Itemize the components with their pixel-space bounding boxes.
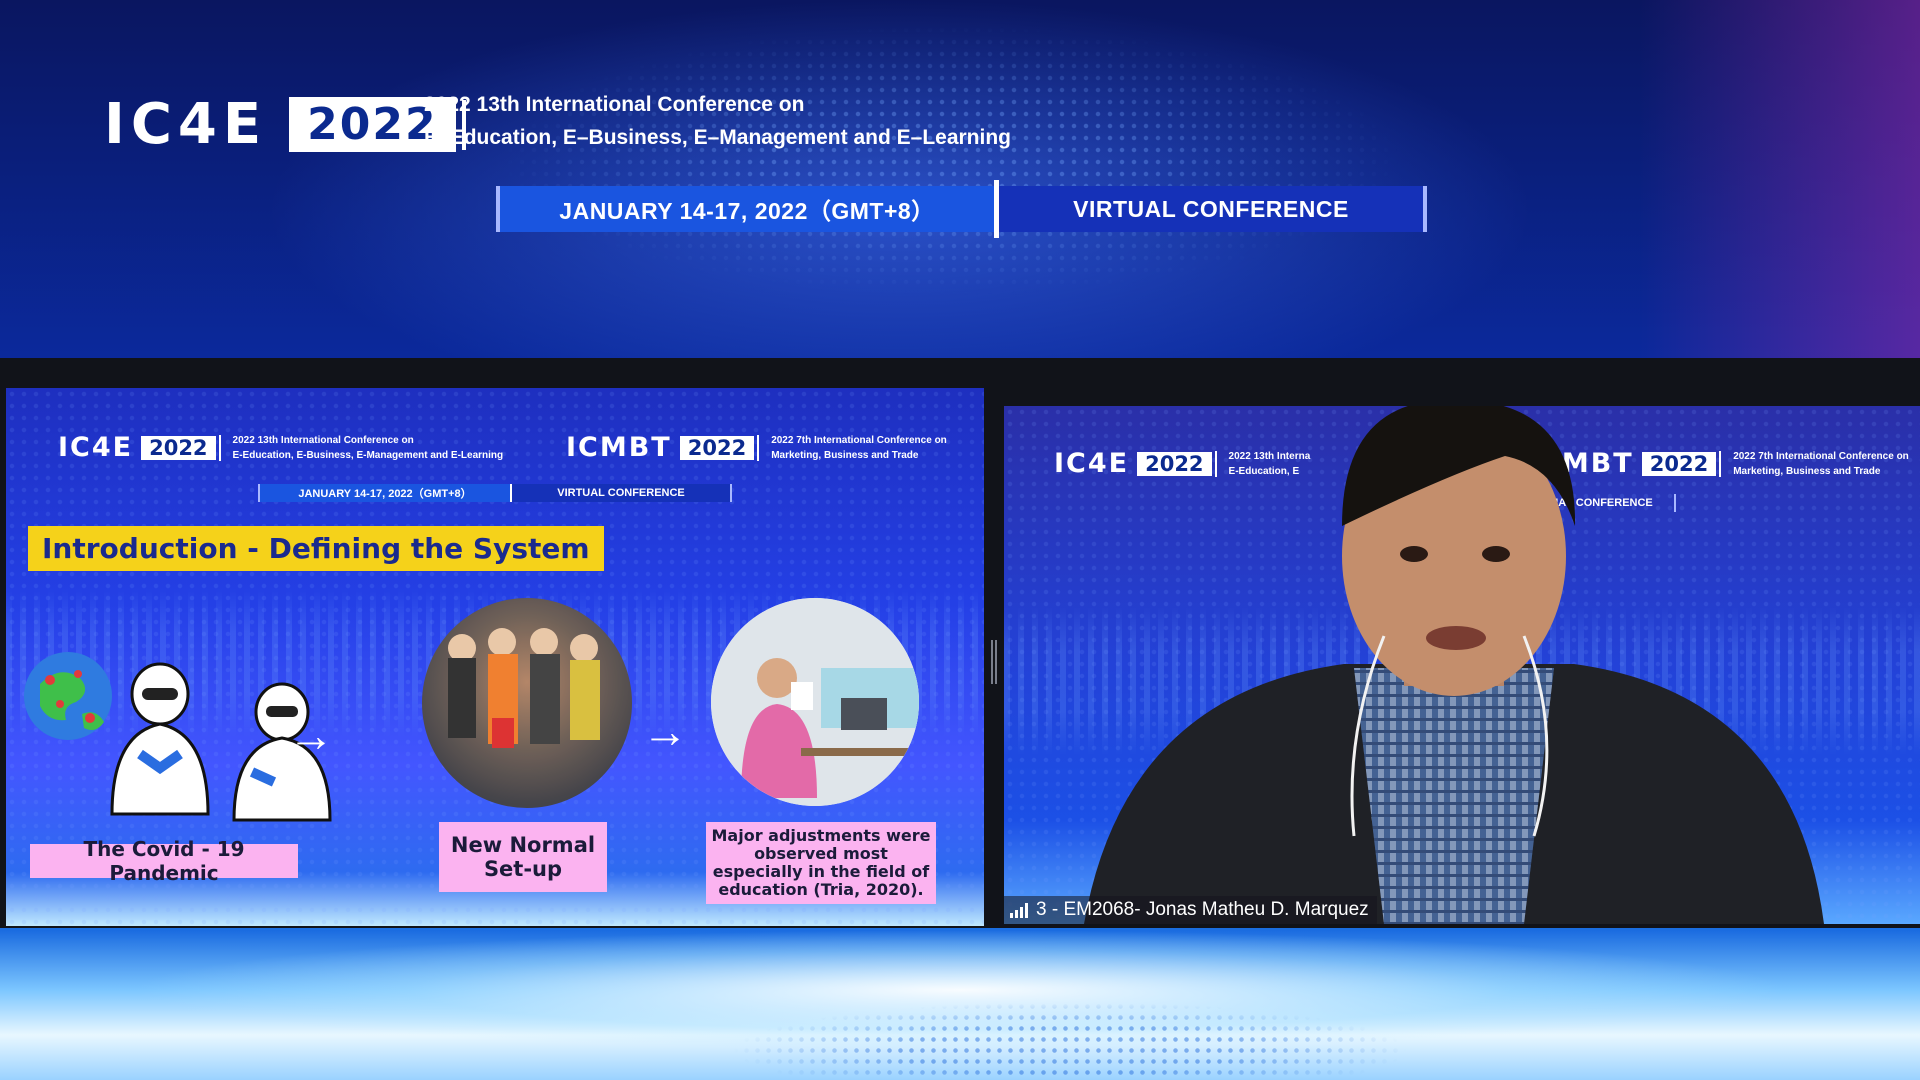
- panel-splitter-handle[interactable]: [991, 640, 997, 684]
- conference-logo: IC4E 2022: [104, 92, 466, 157]
- caption-new-normal: New Normal Set-up: [439, 822, 607, 892]
- speaker-person: [1084, 406, 1824, 924]
- slide-logo2-text: ICMBT: [566, 432, 672, 463]
- conference-venue: VIRTUAL CONFERENCE: [999, 186, 1423, 232]
- slide-dates: JANUARY 14-17, 2022（GMT+8）: [260, 484, 510, 502]
- world-map-dots: [300, 0, 1700, 360]
- shared-screen-slide[interactable]: IC4E 2022 2022 13th International Confer…: [6, 388, 984, 926]
- arrow-right-icon: →: [642, 705, 688, 757]
- arrow-right-icon: →: [288, 709, 334, 761]
- conference-title-line1: 2022 13th International Conference on: [424, 93, 805, 116]
- signal-strength-icon: [1010, 902, 1028, 918]
- conference-title-line2: E–Education, E–Business, E–Management an…: [424, 126, 1011, 149]
- caption-covid: The Covid - 19 Pandemic: [30, 837, 298, 885]
- background-globe-dots: [620, 990, 1520, 1080]
- new-normal-photo: [422, 598, 632, 808]
- conference-title: 2022 13th International Conference on E–…: [424, 88, 1011, 154]
- slide-conference2-title: 2022 7th International Conference on Mar…: [771, 434, 947, 461]
- slide-title: Introduction - Defining the System: [28, 526, 604, 571]
- logo-text: IC4E: [104, 92, 268, 157]
- education-photo: [711, 598, 919, 806]
- date-banner: JANUARY 14-17, 2022（GMT+8） VIRTUAL CONFE…: [496, 180, 1427, 238]
- slide-logo-text: IC4E: [58, 432, 134, 463]
- participant-name: 3 - EM2068- Jonas Matheu D. Marquez: [1036, 899, 1369, 920]
- slide-conference-title: 2022 13th International Conference on E-…: [232, 434, 504, 461]
- conference-dates: JANUARY 14-17, 2022（GMT+8）: [500, 186, 994, 232]
- caption-education: Major adjustments were observed most esp…: [706, 822, 936, 904]
- speaker-video[interactable]: IC4E 2022 2022 13th Interna E-Education,…: [1004, 406, 1920, 924]
- slide-logo-year: 2022: [141, 435, 216, 460]
- hazmat-worker-icon: [110, 662, 210, 816]
- slide-logo2-year: 2022: [679, 435, 755, 460]
- slide-venue: VIRTUAL CONFERENCE: [512, 484, 730, 502]
- participant-name-tag: 3 - EM2068- Jonas Matheu D. Marquez: [1004, 896, 1377, 924]
- slide-logo-icmbt: ICMBT 2022 2022 7th International Confer…: [566, 432, 947, 463]
- slide-date-banner: JANUARY 14-17, 2022（GMT+8） VIRTUAL CONFE…: [258, 484, 732, 502]
- slide-logo-ic4e: IC4E 2022 2022 13th International Confer…: [58, 432, 503, 463]
- background-glow: [1640, 0, 1920, 360]
